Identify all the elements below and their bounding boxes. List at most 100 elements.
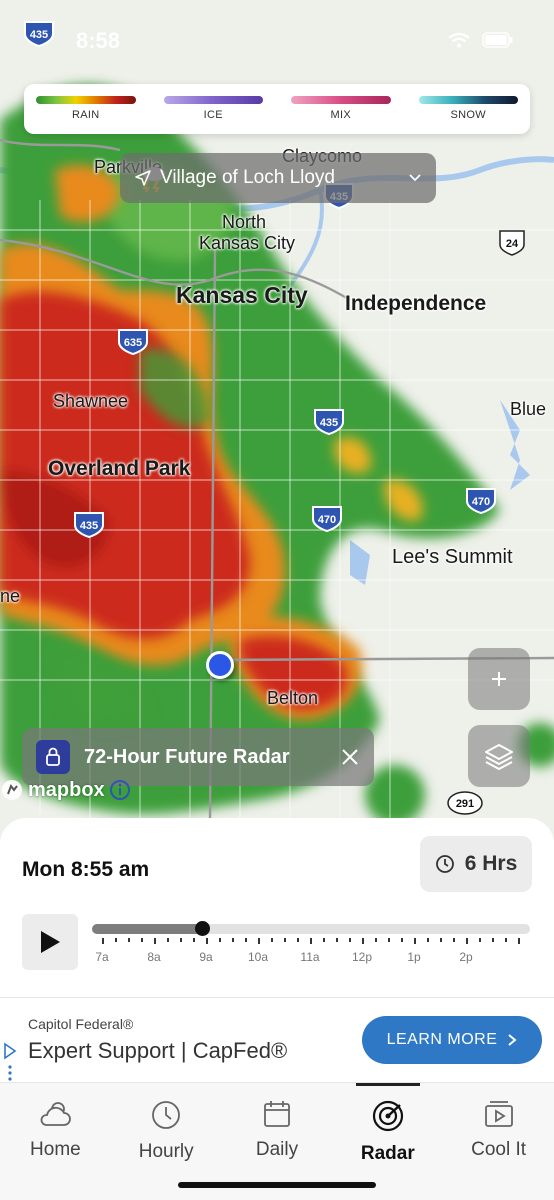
map-label-overland-park: Overland Park — [48, 457, 191, 480]
tab-home[interactable]: Home — [0, 1083, 111, 1200]
timeline-tick-labels: 7a 8a 9a 10a 11a 12p 1p 2p — [92, 950, 530, 966]
zoom-in-button[interactable] — [468, 648, 530, 710]
map-label-lees-summit: Lee's Summit — [392, 546, 513, 568]
legend-mix-label: MIX — [330, 109, 351, 121]
timeline-tick — [102, 938, 104, 944]
timeline-tick-label: 10a — [247, 950, 269, 964]
tab-hourly-label: Hourly — [138, 1141, 194, 1162]
time-range-button[interactable]: 6 Hrs — [420, 836, 532, 892]
tab-active-indicator — [355, 1083, 420, 1086]
legend-rain-bar — [36, 96, 136, 104]
timeline-tick — [141, 938, 143, 942]
timeline-tick — [271, 938, 273, 942]
timeline-tick — [466, 938, 468, 944]
timeline-tick — [154, 938, 156, 944]
mapbox-label: mapbox — [28, 778, 105, 801]
legend-snow-label: SNOW — [450, 109, 486, 121]
svg-text:635: 635 — [124, 337, 142, 349]
legend-mix-bar — [291, 96, 391, 104]
timeline-tick — [401, 938, 403, 942]
ad-banner[interactable]: Capitol Federal® Expert Support | CapFed… — [0, 997, 554, 1083]
timeline-tick-label: 7a — [95, 950, 109, 964]
timeline-tick-label: 2p — [459, 950, 473, 964]
close-icon[interactable] — [340, 747, 360, 767]
radar-map[interactable]: Claycomo Parkville North Kansas City Kan… — [0, 0, 554, 840]
timeline-thumb[interactable] — [194, 921, 210, 936]
play-button[interactable] — [22, 914, 78, 970]
tab-cool-it[interactable]: Cool It — [443, 1083, 554, 1200]
interstate-shield-icon: 470 — [466, 488, 496, 515]
ad-learn-more-button[interactable]: LEARN MORE — [362, 1016, 542, 1064]
map-label-independence: Independence — [345, 292, 487, 315]
timeline-tick — [219, 938, 221, 942]
ad-title: Expert Support | CapFed® — [28, 1038, 288, 1063]
timeline-tick — [323, 938, 325, 942]
ad-sponsor: Capitol Federal® — [28, 1016, 134, 1032]
svg-text:435: 435 — [80, 520, 98, 532]
radar-time-label: Mon 8:55 am — [22, 858, 150, 881]
timeline-tick — [284, 938, 286, 942]
timeline-tick — [518, 938, 520, 944]
svg-text:435: 435 — [30, 29, 48, 41]
cloud-sun-icon — [40, 1102, 72, 1126]
legend-ice: ICE — [163, 96, 263, 134]
tab-daily-label: Daily — [255, 1139, 299, 1160]
status-time: 8:58 — [76, 28, 121, 53]
timeline-tick — [479, 938, 481, 942]
svg-text:435: 435 — [320, 417, 338, 429]
timeline-slider[interactable] — [92, 921, 530, 936]
timeline-tick — [349, 938, 351, 942]
interstate-shield-icon: 635 — [118, 329, 148, 356]
timeline-tick — [297, 938, 299, 942]
timeline-tick — [115, 938, 117, 942]
lock-icon — [36, 740, 70, 774]
ad-button-label: LEARN MORE — [386, 1031, 498, 1048]
timeline-tick — [505, 938, 507, 942]
legend-rain: RAIN — [36, 96, 136, 134]
wifi-icon — [448, 32, 470, 48]
ad-choices-icon[interactable] — [3, 1042, 17, 1082]
timeline-tick — [245, 938, 247, 942]
location-selector[interactable]: Village of Loch Lloyd — [120, 153, 436, 203]
map-label-partial: ne — [0, 586, 21, 606]
timeline-tick — [310, 938, 312, 944]
timeline-tick — [167, 938, 169, 942]
legend-ice-label: ICE — [203, 109, 223, 121]
interstate-shield-icon: 435 — [24, 21, 54, 48]
timeline-tick — [193, 938, 195, 942]
legend-ice-bar — [163, 96, 263, 104]
legend-snow-bar — [418, 96, 518, 104]
precip-legend: RAIN ICE MIX SNOW — [24, 84, 530, 134]
map-label-north-kc-2: Kansas City — [199, 233, 296, 253]
layers-button[interactable] — [468, 725, 530, 787]
chevron-right-icon — [508, 1034, 517, 1046]
timeline-tick — [414, 938, 416, 944]
svg-text:470: 470 — [472, 496, 490, 508]
timeline-tick-label: 1p — [407, 950, 421, 964]
interstate-shield-icon: 435 — [314, 409, 344, 436]
timeline-tick — [258, 938, 260, 944]
timeline-tick — [388, 938, 390, 942]
interstate-shield-icon: 435 — [74, 512, 104, 539]
timeline-ticks — [92, 938, 530, 948]
time-range-label: 6 Hrs — [464, 852, 518, 875]
video-icon — [484, 1101, 513, 1127]
location-arrow-icon — [135, 170, 151, 186]
timeline-tick-label: 12p — [351, 950, 373, 964]
us-route-shield-icon: 24 — [499, 230, 525, 256]
battery-icon — [482, 32, 513, 48]
timeline-tick — [336, 938, 338, 942]
svg-text:470: 470 — [318, 514, 336, 526]
timeline-tick — [362, 938, 364, 944]
map-label-north-kc-1: North — [222, 212, 267, 232]
timeline-tick — [440, 938, 442, 942]
future-radar-label: 72-Hour Future Radar — [84, 745, 290, 768]
mapbox-attribution[interactable]: mapbox — [0, 778, 131, 802]
timeline-tick — [375, 938, 377, 942]
status-icons — [448, 32, 514, 48]
info-icon[interactable] — [109, 779, 131, 801]
clock-icon — [152, 1101, 181, 1129]
interstate-shield-icon: 470 — [312, 506, 342, 533]
location-label: Village of Loch Lloyd — [160, 167, 335, 188]
timeline-tick — [128, 938, 130, 942]
